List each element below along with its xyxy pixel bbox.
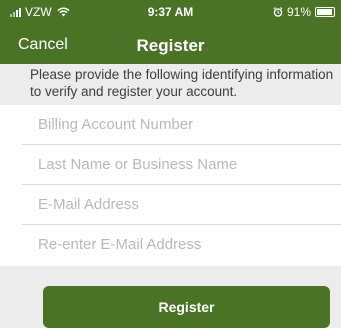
- last-name-field-row: [22, 145, 341, 185]
- nav-bar: Cancel Register: [0, 24, 341, 64]
- billing-account-field-row: [22, 105, 341, 145]
- battery-icon: [315, 7, 335, 17]
- status-bar: VZW 9:37 AM 91%: [0, 0, 341, 24]
- confirm-email-input[interactable]: [22, 225, 322, 263]
- confirm-email-field-row: [22, 225, 341, 265]
- instructions-text: Please provide the following identifying…: [30, 67, 334, 99]
- page-title: Register: [136, 36, 205, 55]
- email-field-row: [22, 185, 341, 225]
- email-input[interactable]: [22, 185, 322, 223]
- battery-percent: 91%: [286, 5, 311, 19]
- register-button[interactable]: Register: [43, 286, 330, 328]
- status-right: 91%: [273, 5, 335, 19]
- alarm-icon: [273, 7, 283, 17]
- registration-form: [0, 105, 341, 266]
- last-name-input[interactable]: [22, 145, 322, 183]
- billing-account-input[interactable]: [22, 105, 322, 143]
